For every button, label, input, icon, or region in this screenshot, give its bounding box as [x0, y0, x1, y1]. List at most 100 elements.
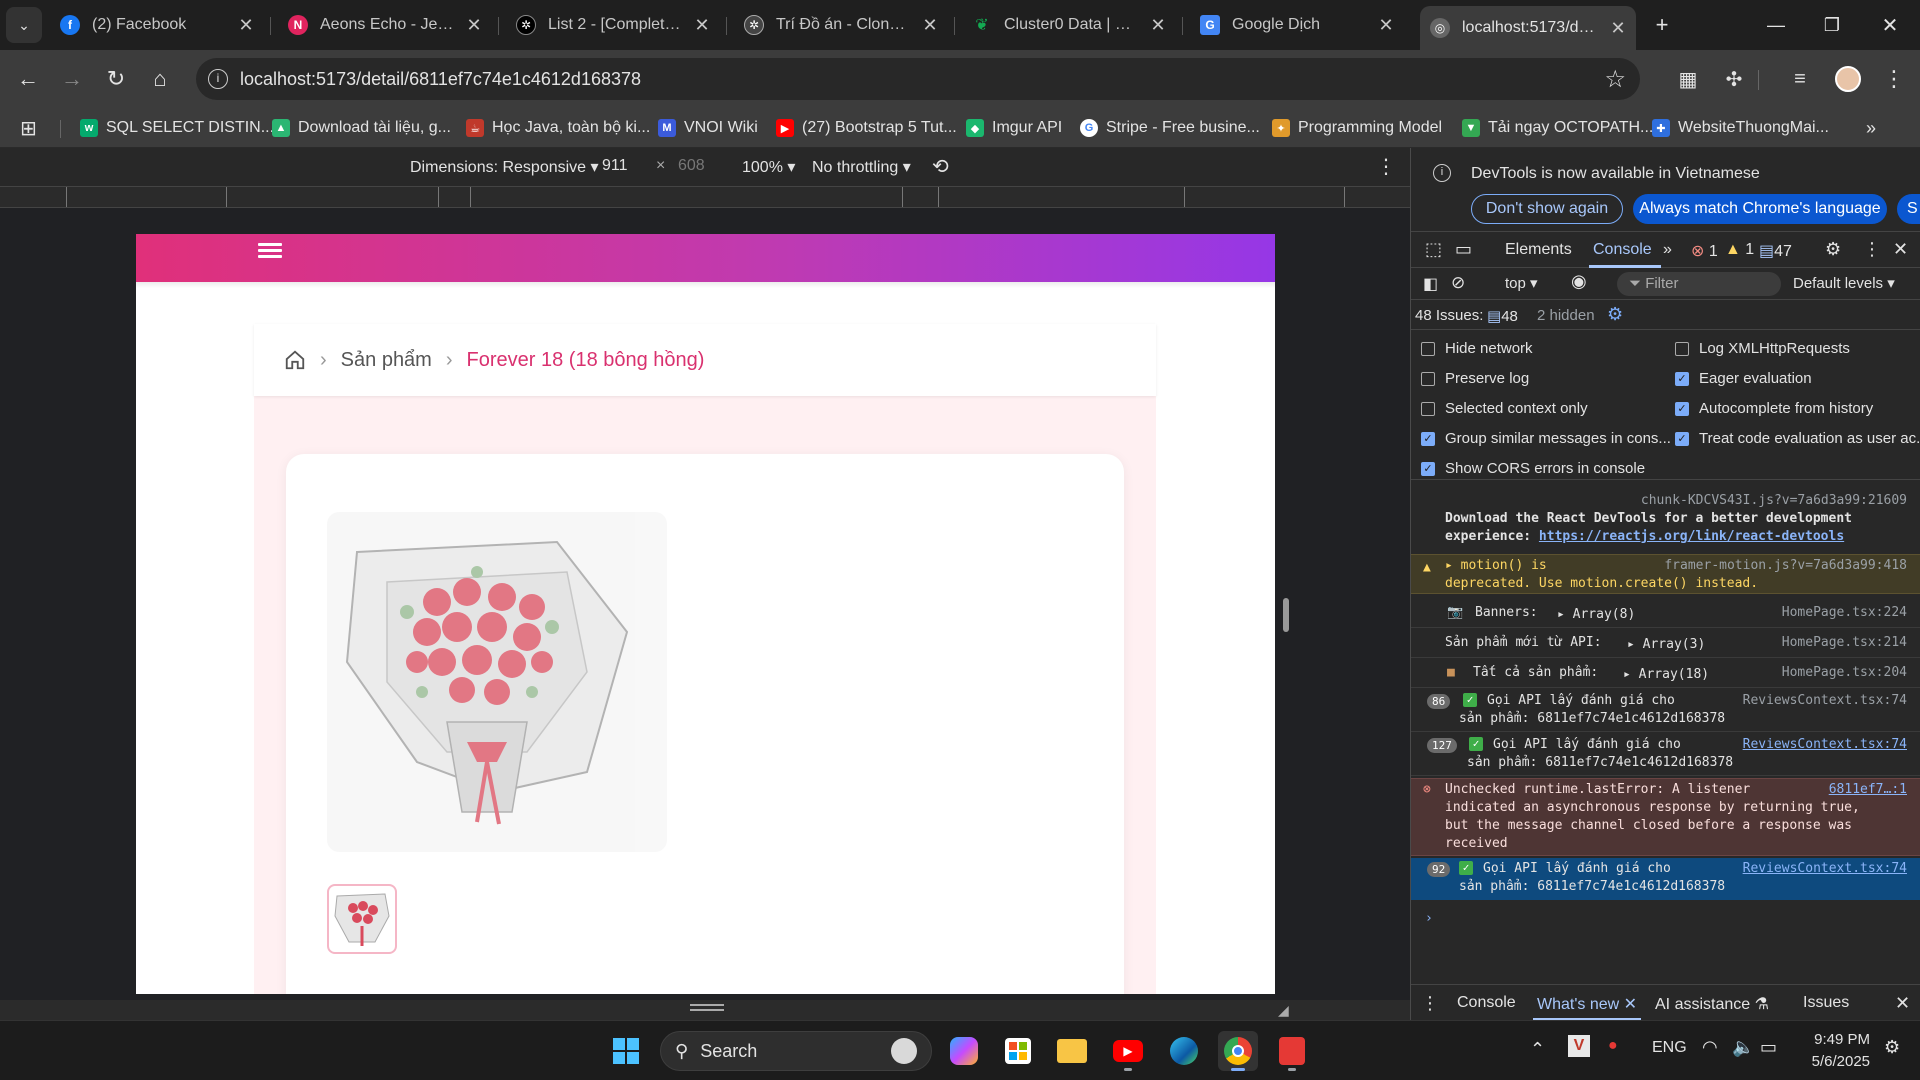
drawer-tab-ai-assistance[interactable]: AI assistance ⚗	[1655, 994, 1769, 1014]
message-source[interactable]: 6811ef7…:1	[1829, 781, 1907, 799]
hide-network-checkbox[interactable]: Hide network	[1421, 340, 1533, 357]
minimize-button[interactable]: —	[1758, 7, 1794, 43]
eye-icon[interactable]: ◉	[1571, 271, 1587, 292]
tab-tri-do-an[interactable]: ✲ Trí Đồ án - Clone rep ✕	[734, 8, 948, 42]
home-button[interactable]: ⌂	[142, 61, 178, 97]
restore-button[interactable]: ❐	[1814, 7, 1850, 43]
breadcrumb-category[interactable]: Sản phẩm	[341, 349, 432, 372]
gear-icon[interactable]: ⚙	[1607, 304, 1623, 325]
autocomplete-history-checkbox[interactable]: ✓ Autocomplete from history	[1675, 400, 1873, 417]
tab-cluster0[interactable]: ❦ Cluster0 Data | Cloud ✕	[962, 8, 1176, 42]
tab-google-dich[interactable]: G Google Dịch ✕	[1190, 8, 1404, 42]
always-match-language-button[interactable]: Always match Chrome's language	[1633, 194, 1887, 224]
message-source[interactable]: framer-motion.js?v=7a6d3a99:418	[1664, 557, 1907, 575]
message-source[interactable]: ReviewsContext.tsx:74	[1743, 692, 1907, 710]
width-input[interactable]: 911	[602, 157, 628, 175]
console-prompt[interactable]: ›	[1411, 910, 1920, 930]
tab-aeons-echo[interactable]: N Aeons Echo - Jeu de ✕	[278, 8, 492, 42]
drawer-tab-issues[interactable]: Issues	[1803, 994, 1849, 1012]
bookmark-item[interactable]: ☕ Học Java, toàn bộ ki...	[466, 116, 650, 140]
show-cors-checkbox[interactable]: ✓ Show CORS errors in console	[1421, 460, 1645, 477]
taskbar-chrome[interactable]	[1218, 1031, 1258, 1071]
switch-language-button[interactable]: S	[1897, 194, 1920, 224]
expand-array[interactable]: ▸ Array(18)	[1623, 666, 1709, 684]
qr-code-button[interactable]: ▦	[1670, 61, 1706, 97]
drawer-tab-whats-new[interactable]: What's new ✕	[1537, 994, 1637, 1014]
more-tabs-icon[interactable]: »	[1663, 241, 1672, 259]
language-indicator[interactable]: ENG	[1652, 1039, 1687, 1057]
bookmark-item[interactable]: ✚ WebsiteThuongMai...	[1652, 116, 1829, 140]
menu-button[interactable]: ⋮	[1876, 61, 1912, 97]
filter-input[interactable]: ⏷ Filter	[1617, 272, 1781, 296]
resize-corner-icon[interactable]: ◢	[1278, 1002, 1289, 1019]
taskbar-file-explorer[interactable]	[1052, 1031, 1092, 1071]
tab-facebook[interactable]: f (2) Facebook ✕	[50, 8, 264, 42]
tray-network-error-icon[interactable]: ●	[1608, 1037, 1618, 1055]
device-toggle-icon[interactable]: ▭	[1455, 239, 1472, 260]
tab-console[interactable]: Console	[1593, 241, 1652, 259]
height-input[interactable]: 608	[678, 157, 705, 175]
issues-count[interactable]: ▤48	[1487, 307, 1518, 325]
preserve-log-checkbox[interactable]: Preserve log	[1421, 370, 1529, 387]
taskbar-copilot[interactable]	[944, 1031, 984, 1071]
close-window-button[interactable]: ✕	[1872, 7, 1908, 43]
taskbar-search[interactable]: ⚲ Search	[660, 1031, 932, 1071]
group-similar-checkbox[interactable]: ✓ Group similar messages in cons...	[1421, 430, 1671, 447]
expand-array[interactable]: ▸ Array(8)	[1557, 606, 1635, 624]
bookmark-item[interactable]: ▶ (27) Bootstrap 5 Tut...	[776, 116, 957, 140]
taskbar-store[interactable]	[998, 1031, 1038, 1071]
zoom-dropdown[interactable]: 100% ▾	[742, 157, 795, 177]
close-icon[interactable]: ✕	[922, 15, 938, 36]
tab-elements[interactable]: Elements	[1505, 241, 1572, 259]
product-thumbnail[interactable]	[327, 884, 397, 954]
more-vertical-icon[interactable]: ⋮	[1421, 993, 1439, 1014]
tray-app-icon[interactable]: V	[1568, 1035, 1590, 1057]
message-source[interactable]: chunk-KDCVS43I.js?v=7a6d3a99:21609	[1641, 492, 1907, 510]
expand-array[interactable]: ▸ Array(3)	[1627, 636, 1705, 654]
message-source[interactable]: HomePage.tsx:224	[1782, 604, 1907, 622]
clear-console-icon[interactable]: ⊘	[1451, 273, 1465, 293]
close-drawer-icon[interactable]: ✕	[1895, 993, 1910, 1014]
bookmark-item[interactable]: ▼ Tải ngay OCTOPATH...	[1462, 116, 1653, 140]
wifi-icon[interactable]: ◠	[1702, 1037, 1718, 1058]
close-icon[interactable]: ✕	[1150, 15, 1166, 36]
log-xhr-checkbox[interactable]: Log XMLHttpRequests	[1675, 340, 1850, 357]
taskbar-app[interactable]	[1272, 1031, 1312, 1071]
resize-handle-icon[interactable]	[690, 1004, 724, 1011]
close-icon[interactable]: ✕	[466, 15, 482, 36]
bookmark-item[interactable]: ◆ Imgur API	[966, 116, 1062, 140]
drawer-tab-console[interactable]: Console	[1457, 994, 1516, 1012]
reload-button[interactable]: ↻	[98, 61, 134, 97]
chevron-up-icon[interactable]: ⌃	[1530, 1039, 1545, 1060]
selected-context-checkbox[interactable]: Selected context only	[1421, 400, 1588, 417]
message-source[interactable]: HomePage.tsx:214	[1782, 634, 1907, 652]
tab-list-2[interactable]: ✲ List 2 - [Complete TO ✕	[506, 8, 720, 42]
media-button[interactable]: ≡	[1782, 61, 1818, 97]
bookmark-item[interactable]: G Stripe - Free busine...	[1080, 116, 1260, 140]
message-source[interactable]: ReviewsContext.tsx:74	[1743, 736, 1907, 754]
more-vertical-icon[interactable]: ⋮	[1376, 154, 1396, 179]
dont-show-again-button[interactable]: Don't show again	[1471, 194, 1623, 224]
back-button[interactable]: ←	[10, 61, 46, 97]
bookmark-item[interactable]: w SQL SELECT DISTIN...	[80, 116, 274, 140]
rotate-icon[interactable]: ⟲	[932, 154, 949, 179]
profile-button[interactable]	[1830, 61, 1866, 97]
sidebar-toggle-icon[interactable]: ◧	[1423, 274, 1438, 294]
context-dropdown[interactable]: top ▾	[1505, 274, 1538, 292]
close-icon[interactable]: ✕	[1624, 996, 1637, 1013]
bookmark-item[interactable]: ✦ Programming Model	[1272, 116, 1442, 140]
message-source[interactable]: HomePage.tsx:204	[1782, 664, 1907, 682]
treat-code-evaluation-checkbox[interactable]: ✓ Treat code evaluation as user ac...	[1675, 430, 1920, 447]
close-icon[interactable]: ✕	[238, 15, 254, 36]
eager-evaluation-checkbox[interactable]: ✓ Eager evaluation	[1675, 370, 1812, 387]
warning-count[interactable]: ▲ 1	[1725, 241, 1754, 259]
taskbar-edge[interactable]	[1164, 1031, 1204, 1071]
close-icon[interactable]: ✕	[1378, 15, 1394, 36]
extensions-button[interactable]: ✣	[1716, 61, 1752, 97]
star-icon[interactable]: ☆	[1604, 65, 1626, 94]
forward-button[interactable]: →	[54, 61, 90, 97]
start-button[interactable]	[606, 1031, 646, 1071]
product-image[interactable]	[327, 512, 667, 852]
message-source[interactable]: ReviewsContext.tsx:74	[1743, 860, 1907, 878]
notification-icon[interactable]: ⚙	[1884, 1037, 1900, 1058]
